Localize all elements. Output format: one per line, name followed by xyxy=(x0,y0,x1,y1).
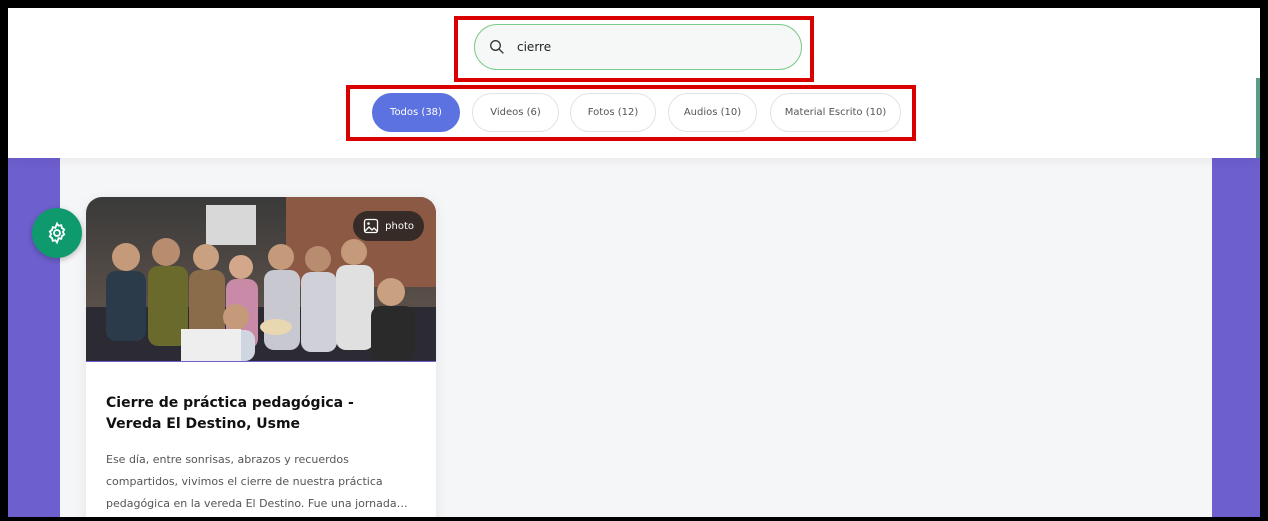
card-title[interactable]: Cierre de práctica pedagógica - Vereda E… xyxy=(106,393,406,435)
search-header: Todos (38) Videos (6) Fotos (12) Audios … xyxy=(8,8,1260,158)
result-card[interactable]: photo Cierre de práctica pedagógica - Ve… xyxy=(86,197,436,517)
badge-label: photo xyxy=(385,220,414,232)
settings-button[interactable] xyxy=(32,208,82,258)
tabs-highlight-box xyxy=(346,85,916,141)
scrollbar-thumb[interactable] xyxy=(1256,78,1260,158)
image-icon xyxy=(364,218,379,234)
card-photo[interactable]: photo xyxy=(86,197,436,362)
card-description: Ese día, entre sonrisas, abrazos y recue… xyxy=(106,453,397,510)
media-type-badge: photo xyxy=(353,211,424,241)
settings-gear-icon xyxy=(48,221,66,245)
app-frame: Todos (38) Videos (6) Fotos (12) Audios … xyxy=(8,8,1260,517)
search-highlight-box xyxy=(454,16,814,82)
right-side-panel xyxy=(1212,158,1260,517)
